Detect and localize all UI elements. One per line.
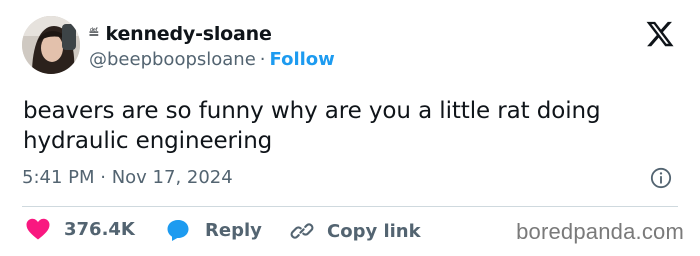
user-handle[interactable]: @beepboopsloane xyxy=(89,49,256,70)
reply-bubble-icon xyxy=(167,220,189,241)
heart-icon xyxy=(26,218,50,240)
link-icon xyxy=(290,223,314,239)
flag-icon: ≝ xyxy=(88,26,100,42)
reply-button[interactable]: Reply xyxy=(166,218,262,242)
x-logo-icon[interactable] xyxy=(643,19,677,49)
like-count: 376.4K xyxy=(64,218,135,240)
copy-link-label: Copy link xyxy=(327,220,421,242)
handle-separator: · xyxy=(259,49,266,70)
display-name-row[interactable]: ≝ kennedy-sloane xyxy=(88,23,272,45)
watermark: boredpanda.com xyxy=(516,219,684,244)
tweet-timestamp[interactable]: 5:41 PM · Nov 17, 2024 xyxy=(22,167,233,188)
info-icon[interactable] xyxy=(650,167,672,189)
follow-button[interactable]: Follow xyxy=(270,49,335,70)
reply-label: Reply xyxy=(205,219,262,241)
avatar[interactable] xyxy=(22,16,80,74)
divider xyxy=(22,206,678,207)
display-name[interactable]: kennedy-sloane xyxy=(106,23,272,45)
tweet-text: beavers are so funny why are you a littl… xyxy=(23,98,601,154)
copy-link-button[interactable]: Copy link xyxy=(289,218,421,244)
handle-row: @beepboopsloane · Follow xyxy=(89,49,335,70)
like-button[interactable]: 376.4K xyxy=(26,218,135,240)
